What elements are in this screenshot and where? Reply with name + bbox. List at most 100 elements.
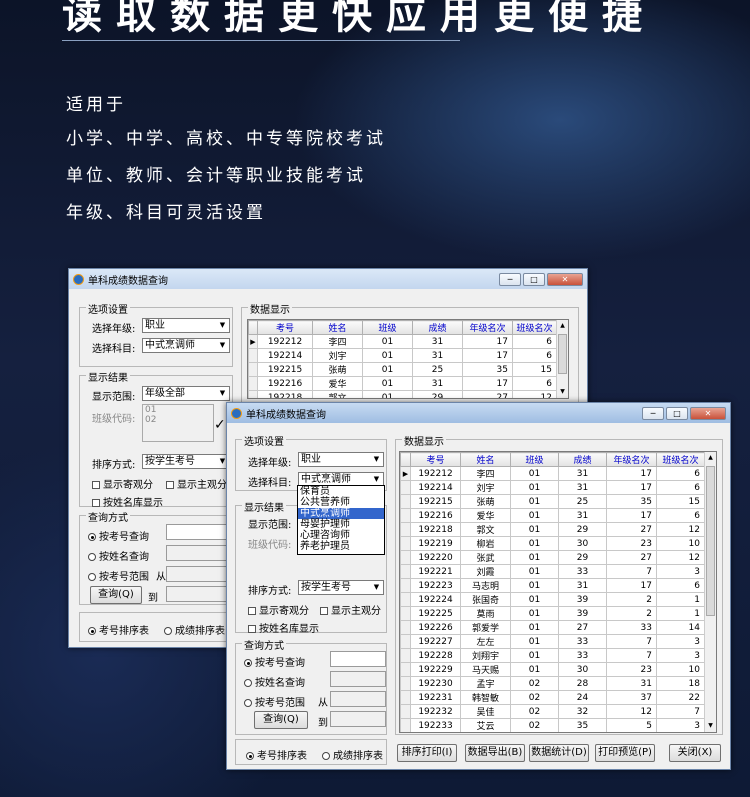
radio-by-id[interactable]: 按考号查询 <box>244 654 305 669</box>
radio-by-name[interactable]: 按姓名查询 <box>88 548 149 563</box>
header-cell[interactable]: 姓名 <box>312 320 363 335</box>
table-row[interactable]: 192224 张国奇 01 39 2 1 <box>400 592 705 607</box>
table-row[interactable]: 192218 郭文 01 29 27 12 <box>248 390 557 398</box>
table-row[interactable]: 192234王彬02292716 <box>401 733 705 734</box>
header-cell[interactable]: 班级名次 <box>656 452 705 467</box>
sort-select[interactable]: 按学生考号 ▼ <box>142 454 230 469</box>
query-button[interactable]: 查询(Q) <box>254 711 308 729</box>
header-cell[interactable]: 成绩 <box>412 320 463 335</box>
preview-button[interactable]: 打印预览(P) <box>595 744 655 762</box>
table-row[interactable]: 192214 刘宇 01 31 17 6 <box>248 348 557 363</box>
table-row[interactable]: 192232 吴佳 02 32 12 7 <box>400 704 705 719</box>
subject-dropdown[interactable]: 保育员 公共营养师 中式烹调师 母婴护理师 心理咨询师 养老护理员 <box>297 485 385 555</box>
scroll-down-icon[interactable]: ▼ <box>705 720 716 732</box>
table-row[interactable]: 192233 艾云 02 35 5 3 <box>400 718 705 732</box>
table-row[interactable]: 192220 张武 01 29 27 12 <box>400 550 705 565</box>
dropdown-option[interactable]: 养老护理员 <box>298 541 384 552</box>
table-row[interactable]: 192219 柳岩 01 30 23 10 <box>400 536 705 551</box>
class-code-list[interactable]: 01 02 <box>142 404 214 442</box>
grade-select[interactable]: 职业 ▼ <box>142 318 230 333</box>
query-to-input[interactable] <box>166 586 232 602</box>
tab-by-score[interactable]: 成绩排序表 <box>322 747 383 762</box>
table-row[interactable]: 192223 马志明 01 31 17 6 <box>400 578 705 593</box>
maximize-icon[interactable]: □ <box>666 406 688 420</box>
radio-by-name[interactable]: 按姓名查询 <box>244 674 305 689</box>
back-data-table[interactable]: 考号 姓名 班级 成绩 年级名次 班级名次 ▶ 192212 李四 01 31 17 6 192214 刘… <box>247 319 569 399</box>
chk-hide-cert[interactable]: 显示寄观分 <box>92 476 153 491</box>
header-cell[interactable]: 考号 <box>410 452 461 467</box>
chk-hide-cert[interactable]: 显示寄观分 <box>248 602 309 617</box>
query-id-input[interactable] <box>330 651 386 667</box>
table-row[interactable]: 192226 郭爱学 01 27 33 14 <box>400 620 705 635</box>
table-row[interactable]: 192215 张萌 01 25 35 15 <box>400 494 705 509</box>
scroll-thumb[interactable] <box>706 466 715 616</box>
subject-select[interactable]: 中式烹调师 ▼ <box>142 338 230 353</box>
dropdown-option[interactable]: 母婴护理师 <box>298 519 384 530</box>
chk-name-lib[interactable]: 按姓名库显示 <box>248 620 319 635</box>
close-icon[interactable]: ✕ <box>690 406 726 420</box>
scroll-thumb[interactable] <box>558 334 567 374</box>
front-data-table[interactable]: 考号 姓名 班级 成绩 年级名次 班级名次 ▶ 192212 李四 01 31 17 6 192214 刘… <box>399 451 717 733</box>
minimize-icon[interactable]: ─ <box>499 272 521 286</box>
grade-select[interactable]: 职业 ▼ <box>298 452 384 467</box>
scroll-down-icon[interactable]: ▼ <box>557 386 568 398</box>
range-select[interactable]: 年级全部 ▼ <box>142 386 230 401</box>
header-cell[interactable]: 考号 <box>257 320 313 335</box>
header-cell[interactable]: 成绩 <box>558 452 607 467</box>
radio-by-id[interactable]: 按考号查询 <box>88 528 149 543</box>
query-to-input[interactable] <box>330 711 386 727</box>
header-cell[interactable]: 班级名次 <box>512 320 557 335</box>
chk-name-lib[interactable]: 按姓名库显示 <box>92 494 163 509</box>
table-row[interactable]: 192228 刘翔宇 01 33 7 3 <box>400 648 705 663</box>
scroll-up-icon[interactable]: ▲ <box>557 320 568 332</box>
header-cell[interactable]: 姓名 <box>460 452 511 467</box>
tab-by-id[interactable]: 考号排序表 <box>88 622 149 637</box>
sort-select[interactable]: 按学生考号 ▼ <box>298 580 384 595</box>
radio-by-range[interactable]: 按考号范围 <box>244 694 305 709</box>
table-row[interactable]: 192227 左左 01 33 7 3 <box>400 634 705 649</box>
scrollbar[interactable]: ▲ ▼ <box>556 320 568 398</box>
query-from-input[interactable] <box>166 566 232 582</box>
dropdown-option[interactable]: 保育员 <box>298 486 384 497</box>
table-row[interactable]: 192216 爱华 01 31 17 6 <box>400 508 705 523</box>
table-row[interactable]: 192231 韩智敏 02 24 37 22 <box>400 690 705 705</box>
table-row[interactable]: ▶ 192212 李四 01 31 17 6 <box>248 334 557 349</box>
table-row[interactable]: ▶ 192212 李四 01 31 17 6 <box>400 466 705 481</box>
table-row[interactable]: 192216 爱华 01 31 17 6 <box>248 376 557 391</box>
minimize-icon[interactable]: ─ <box>642 406 664 420</box>
table-row[interactable]: 192229 马天赐 01 30 23 10 <box>400 662 705 677</box>
radio-by-range[interactable]: 按考号范围 <box>88 568 149 583</box>
scrollbar[interactable]: ▲ ▼ <box>704 452 716 732</box>
export-button[interactable]: 数据导出(B) <box>465 744 525 762</box>
stats-button[interactable]: 数据统计(D) <box>529 744 589 762</box>
chk-show-main[interactable]: 显示主观分 <box>320 602 381 617</box>
header-cell[interactable]: 班级 <box>362 320 413 335</box>
scroll-up-icon[interactable]: ▲ <box>705 452 716 464</box>
table-row[interactable]: 192218 郭文 01 29 27 12 <box>400 522 705 537</box>
chk-show-main[interactable]: 显示主观分 <box>166 476 227 491</box>
close-icon[interactable]: ✕ <box>547 272 583 286</box>
query-name-input[interactable] <box>330 671 386 687</box>
class-code-01[interactable]: 01 <box>143 405 213 415</box>
front-titlebar[interactable]: 单科成绩数据查询 ─ □ ✕ <box>227 403 730 423</box>
dropdown-option[interactable]: 公共营养师 <box>298 497 384 508</box>
tab-by-id[interactable]: 考号排序表 <box>246 747 307 762</box>
tab-by-score[interactable]: 成绩排序表 <box>164 622 225 637</box>
header-cell[interactable]: 年级名次 <box>462 320 513 335</box>
header-cell[interactable]: 班级 <box>510 452 559 467</box>
table-row[interactable]: 192215 张萌 01 25 35 15 <box>248 362 557 377</box>
table-row[interactable]: 192230 孟宇 02 28 31 18 <box>400 676 705 691</box>
table-row[interactable]: 192221 刘霞 01 33 7 3 <box>400 564 705 579</box>
table-row[interactable]: 192214 刘宇 01 31 17 6 <box>400 480 705 495</box>
sort-print-button[interactable]: 排序打印(I) <box>397 744 457 762</box>
back-titlebar[interactable]: 单科成绩数据查询 ─ □ ✕ <box>69 269 587 289</box>
query-from-input[interactable] <box>330 691 386 707</box>
dropdown-option[interactable]: 中式烹调师 <box>298 508 384 519</box>
close-button[interactable]: 关闭(X) <box>669 744 721 762</box>
header-cell[interactable]: 年级名次 <box>606 452 657 467</box>
query-id-input[interactable] <box>166 524 232 540</box>
dropdown-option[interactable]: 心理咨询师 <box>298 530 384 541</box>
class-code-02[interactable]: 02 <box>143 415 213 425</box>
maximize-icon[interactable]: □ <box>523 272 545 286</box>
query-button[interactable]: 查询(Q) <box>90 586 142 604</box>
